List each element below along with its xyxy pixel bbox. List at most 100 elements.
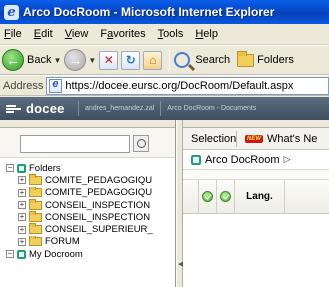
tree-node-label: CONSEIL_INSPECTION [45,199,151,211]
tree-search [0,128,175,158]
folder-icon [29,186,42,198]
expand-icon[interactable]: + [18,237,26,246]
chevron-right-icon[interactable]: ▷ [284,154,291,165]
back-dropdown-icon[interactable]: ▼ [53,56,61,65]
tree-node-label: CONSEIL_SUPERIEUR_ [45,224,153,236]
tab-whats-new[interactable]: What's Ne [267,133,317,145]
folder-icon [29,223,42,235]
toolbar-separator [169,50,171,70]
tree-search-button[interactable] [133,135,149,152]
grid-header: Lang. [183,180,329,214]
folder-icon [237,50,255,67]
menu-file[interactable]: File [4,28,22,40]
expand-icon[interactable]: + [18,201,26,210]
back-arrow-icon: ← [2,49,24,71]
expand-icon[interactable]: + [18,225,26,234]
menu-tools[interactable]: Tools [158,28,184,40]
back-button[interactable]: ← Back ▼ [2,49,61,71]
address-input[interactable]: https://docee.eursc.org/DocRoom/Default.… [46,76,329,95]
back-label: Back [27,54,52,66]
toolbar: ← Back ▼ → ▼ ✕ ↻ ⌂ Search Folders [0,45,329,75]
folder-tree: − Folders + COMITE_PEDAGOGIQU + COMITE_PEDAGO… [0,158,175,260]
tab-divider [236,130,237,147]
section-name: Arco DocRoom - Documents [167,105,257,112]
home-icon[interactable]: ⌂ [143,50,163,70]
menu-view[interactable]: View [65,28,89,40]
forward-dropdown-icon[interactable]: ▼ [88,56,96,65]
tree-folder-node[interactable]: + COMITE_PEDAGOGIQU [0,186,175,199]
tree-folder-node[interactable]: + CONSEIL_INSPECTION [0,211,175,223]
search-icon [174,52,191,68]
right-panel-strip [183,120,329,128]
address-bar: Address https://docee.eursc.org/DocRoom/… [0,75,329,96]
tab-selection[interactable]: Selection [183,133,236,145]
tree-folder-node[interactable]: + CONSEIL_INSPECTION [0,198,175,211]
search-button[interactable]: Search [174,52,230,68]
brand-name: docee [26,101,65,116]
grid-header-lang: Lang. [246,191,273,202]
menu-edit[interactable]: Edit [34,28,53,40]
menu-bar: File Edit View Favorites Tools Help [0,24,329,45]
menu-help[interactable]: Help [195,28,218,40]
grid-col-status1[interactable] [199,180,217,213]
grid-col-rest [285,180,329,213]
folders-label: Folders [257,54,294,66]
title-bar[interactable]: e Arco DocRoom - Microsoft Internet Expl… [0,0,329,24]
address-label: Address [3,79,44,92]
grid-col-status2[interactable] [217,180,235,213]
docroom-icon [191,154,201,165]
panel-splitter[interactable]: ◀ [176,120,183,287]
grid-body [183,214,329,286]
expand-icon[interactable]: + [18,188,26,197]
breadcrumb: Arco DocRoom ▷ [183,150,329,170]
window-title: Arco DocRoom - Microsoft Internet Explor… [23,5,275,19]
sub-toolbar [183,170,329,180]
left-panel-strip [0,120,175,128]
check-status-icon [202,191,213,202]
collapse-icon[interactable]: − [6,250,14,259]
folders-button[interactable]: Folders [237,50,294,67]
tree-root-node[interactable]: − My Docroom [0,248,175,260]
docroom-icon [17,249,26,259]
tree-node-label: CONSEIL_INSPECTION [45,211,151,223]
grid-col-lang[interactable]: Lang. [235,180,285,213]
left-panel: − Folders + COMITE_PEDAGOGIQU + COMITE_PEDAGO… [0,120,176,287]
check-status-icon [220,191,231,202]
tree-node-label: COMITE_PEDAGOGIQU [45,187,153,199]
expand-icon[interactable]: + [18,213,26,222]
refresh-icon[interactable]: ↻ [121,50,141,70]
tab-bar: Selection NEW What's Ne [183,128,329,150]
menu-favorites[interactable]: Favorites [100,28,145,40]
folder-icon [29,174,42,185]
docee-logo-icon [6,104,23,114]
expand-icon[interactable]: + [18,176,26,185]
forward-button[interactable]: → ▼ [64,49,96,71]
right-panel: Selection NEW What's Ne Arco DocRoom ▷ L… [183,120,329,287]
folder-icon [29,235,42,247]
tree-node-label: COMITE_PEDAGOGIQU [45,174,153,186]
ie-logo-icon: e [4,4,19,20]
grid-col-spacer [183,180,199,213]
tree-search-input[interactable] [20,135,130,153]
header-divider [78,101,79,116]
docroom-icon [17,163,26,173]
tree-root-node[interactable]: − Folders [0,162,175,174]
docee-logo[interactable]: docee [0,101,72,116]
tree-folder-node[interactable]: + COMITE_PEDAGOGIQU [0,174,175,186]
forward-arrow-icon: → [64,49,87,71]
new-badge-icon: NEW [245,134,263,143]
stop-icon[interactable]: ✕ [99,50,119,70]
search-label: Search [195,54,231,66]
header-divider [160,101,162,116]
tree-folder-node[interactable]: + FORUM [0,235,175,248]
app-header: docee andres_hernandez.zal Arco DocRoom … [0,97,329,120]
page-icon [49,78,63,93]
tree-folder-node[interactable]: + CONSEIL_SUPERIEUR_ [0,223,175,235]
breadcrumb-root[interactable]: Arco DocRoom [205,154,280,166]
folder-icon [29,198,42,210]
collapse-icon[interactable]: − [6,164,14,173]
tree-node-label: FORUM [45,236,80,248]
user-name[interactable]: andres_hernandez.zal [85,105,154,112]
tree-node-label: My Docroom [29,248,83,260]
tree-node-label: Folders [29,162,61,174]
